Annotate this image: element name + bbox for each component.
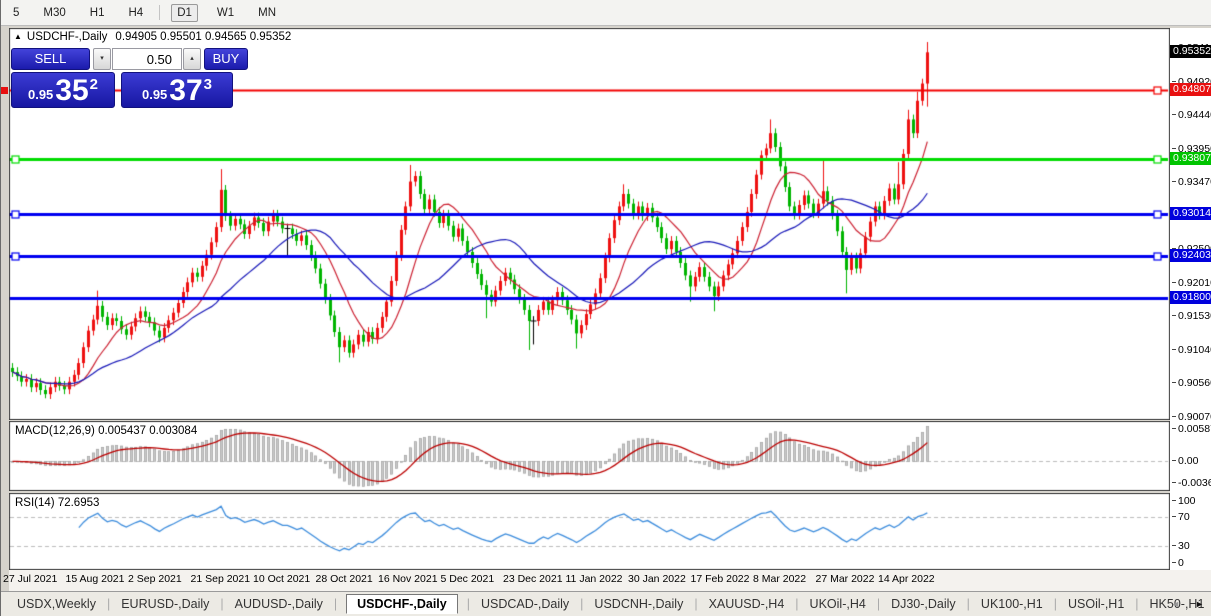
sell-quote-panel[interactable]: 0.95 35 2 <box>11 72 115 108</box>
buy-button[interactable]: BUY <box>204 48 248 70</box>
macd-axis-label: 0.00587 <box>1172 423 1211 435</box>
volume-input[interactable] <box>112 48 182 70</box>
timeframe-H4[interactable]: H4 <box>123 4 148 22</box>
timeframe-W1[interactable]: W1 <box>212 4 239 22</box>
chart-symbol-label: USDCHF-,Daily <box>27 31 108 43</box>
chart-tab-usdx-weekly[interactable]: USDX,Weekly <box>15 594 98 614</box>
timeframe-toolbar: 5 M30 H1 H4 D1 W1 MN <box>1 0 1211 26</box>
price-tick-label: 0.90560 <box>1172 377 1211 389</box>
chart-tab-usdchf-daily[interactable]: USDCHF-,Daily <box>346 594 458 614</box>
time-axis-label: 2 Sep 2021 <box>128 573 182 585</box>
price-tick-label: 0.91040 <box>1172 344 1211 356</box>
rsi-pane-canvas[interactable] <box>9 493 1170 570</box>
time-axis-label: 30 Jan 2022 <box>628 573 686 585</box>
volume-increase-button[interactable]: ▴ <box>183 48 201 70</box>
timeframe-D1[interactable]: D1 <box>171 4 198 22</box>
chart-title: ▲ USDCHF-,Daily 0.94905 0.95501 0.94565 0.… <box>14 31 291 43</box>
chart-ohlc-values: 0.94905 0.95501 0.94565 0.95352 <box>115 31 291 43</box>
sell-price-prefix: 0.95 <box>28 87 53 102</box>
chart-tab-usdcnh-daily[interactable]: USDCNH-,Daily <box>592 594 685 614</box>
tab-separator: | <box>107 597 110 611</box>
timeframe-5[interactable]: 5 <box>8 4 24 22</box>
price-tick-label: 0.91530 <box>1172 310 1211 322</box>
chart-tab-usoil-h1[interactable]: USOil-,H1 <box>1066 594 1126 614</box>
chart-tab-uk100-h1[interactable]: UK100-,H1 <box>979 594 1045 614</box>
volume-decrease-button[interactable]: ▾ <box>93 48 111 70</box>
rsi-axis-label: 100 <box>1172 495 1196 507</box>
chart-tab-audusd-daily[interactable]: AUDUSD-,Daily <box>233 594 325 614</box>
time-axis-label: 27 Mar 2022 <box>816 573 875 585</box>
chart-tab-eurusd-daily[interactable]: EURUSD-,Daily <box>119 594 211 614</box>
toolbar-separator <box>159 5 160 20</box>
sell-price-pip: 2 <box>90 76 98 93</box>
rsi-axis-label: 30 <box>1172 540 1190 552</box>
macd-indicator-label: MACD(12,26,9) 0.005437 0.003084 <box>15 425 197 437</box>
tabs-scroll-left-icon[interactable]: ◄ <box>1171 599 1180 609</box>
time-axis-label: 10 Oct 2021 <box>253 573 310 585</box>
timeframe-H1[interactable]: H1 <box>85 4 110 22</box>
buy-price-big: 37 <box>169 76 202 106</box>
chevron-down-icon: ▾ <box>100 55 104 62</box>
tab-separator: | <box>967 597 970 611</box>
buy-quote-panel[interactable]: 0.95 37 3 <box>121 72 233 108</box>
time-axis-label: 5 Dec 2021 <box>441 573 495 585</box>
terminal-window: 5 M30 H1 H4 D1 W1 MN ▲ USDCHF-,Daily 0.94905 0.9… <box>0 0 1211 616</box>
price-level-badge: 0.93014 <box>1170 207 1211 220</box>
current-price-badge: 0.95352 <box>1170 45 1211 58</box>
price-level-badge: 0.93807 <box>1170 152 1211 165</box>
one-click-trade-panel: SELL ▾ ▴ BUY 0.95 35 2 0.95 37 3 <box>11 46 248 108</box>
buy-price-pip: 3 <box>204 76 212 93</box>
chart-tab-bar: USDX,Weekly | EURUSD-,Daily | AUDUSD-,Daily |… <box>1 591 1211 616</box>
sell-price-big: 35 <box>55 76 88 106</box>
price-level-badge: 0.94807 <box>1170 83 1211 96</box>
tab-separator: | <box>795 597 798 611</box>
tab-separator: | <box>1135 597 1138 611</box>
sell-button[interactable]: SELL <box>11 48 90 70</box>
tab-separator: | <box>580 597 583 611</box>
hline-left-handle[interactable] <box>1 87 8 94</box>
price-level-badge: 0.91800 <box>1170 291 1211 304</box>
chart-tab-usdcad-daily[interactable]: USDCAD-,Daily <box>479 594 571 614</box>
chevron-up-icon: ▴ <box>190 55 194 62</box>
chart-tab-xauusd-h4[interactable]: XAUUSD-,H4 <box>707 594 787 614</box>
price-tick-label: 0.94440 <box>1172 109 1211 121</box>
rsi-indicator-label: RSI(14) 72.6953 <box>15 497 99 509</box>
macd-axis-label: -0.003659 <box>1172 477 1211 489</box>
time-axis-label: 21 Sep 2021 <box>191 573 251 585</box>
tab-separator: | <box>467 597 470 611</box>
tab-separator: | <box>694 597 697 611</box>
time-axis-label: 28 Oct 2021 <box>316 573 373 585</box>
tab-separator: | <box>220 597 223 611</box>
timeframe-M30[interactable]: M30 <box>38 4 70 22</box>
time-axis-label: 17 Feb 2022 <box>691 573 750 585</box>
time-axis-label: 8 Mar 2022 <box>753 573 806 585</box>
rsi-axis-label: 0 <box>1172 557 1184 569</box>
tabs-scroll-right-icon[interactable]: ► <box>1195 599 1204 609</box>
time-axis-label: 15 Aug 2021 <box>66 573 125 585</box>
time-axis-label: 16 Nov 2021 <box>378 573 438 585</box>
macd-axis-label: 0.00 <box>1172 455 1198 467</box>
tab-separator: | <box>877 597 880 611</box>
tab-separator: | <box>334 597 337 611</box>
buy-price-prefix: 0.95 <box>142 87 167 102</box>
price-tick-label: 0.93470 <box>1172 176 1211 188</box>
chart-tab-ukoil-h4[interactable]: UKOil-,H4 <box>808 594 868 614</box>
tab-separator: | <box>1054 597 1057 611</box>
time-axis-label: 11 Jan 2022 <box>566 573 623 585</box>
price-tick-label: 0.90070 <box>1172 411 1211 423</box>
chart-tab-dj30-daily[interactable]: DJ30-,Daily <box>889 594 958 614</box>
time-axis-label: 23 Dec 2021 <box>503 573 563 585</box>
rsi-axis-label: 70 <box>1172 511 1190 523</box>
timeframe-MN[interactable]: MN <box>253 4 281 22</box>
time-axis-label: 14 Apr 2022 <box>878 573 935 585</box>
price-tick-label: 0.92010 <box>1172 277 1211 289</box>
collapse-panel-icon[interactable]: ▲ <box>14 32 22 41</box>
price-level-badge: 0.92403 <box>1170 249 1211 262</box>
time-axis-label: 27 Jul 2021 <box>3 573 57 585</box>
